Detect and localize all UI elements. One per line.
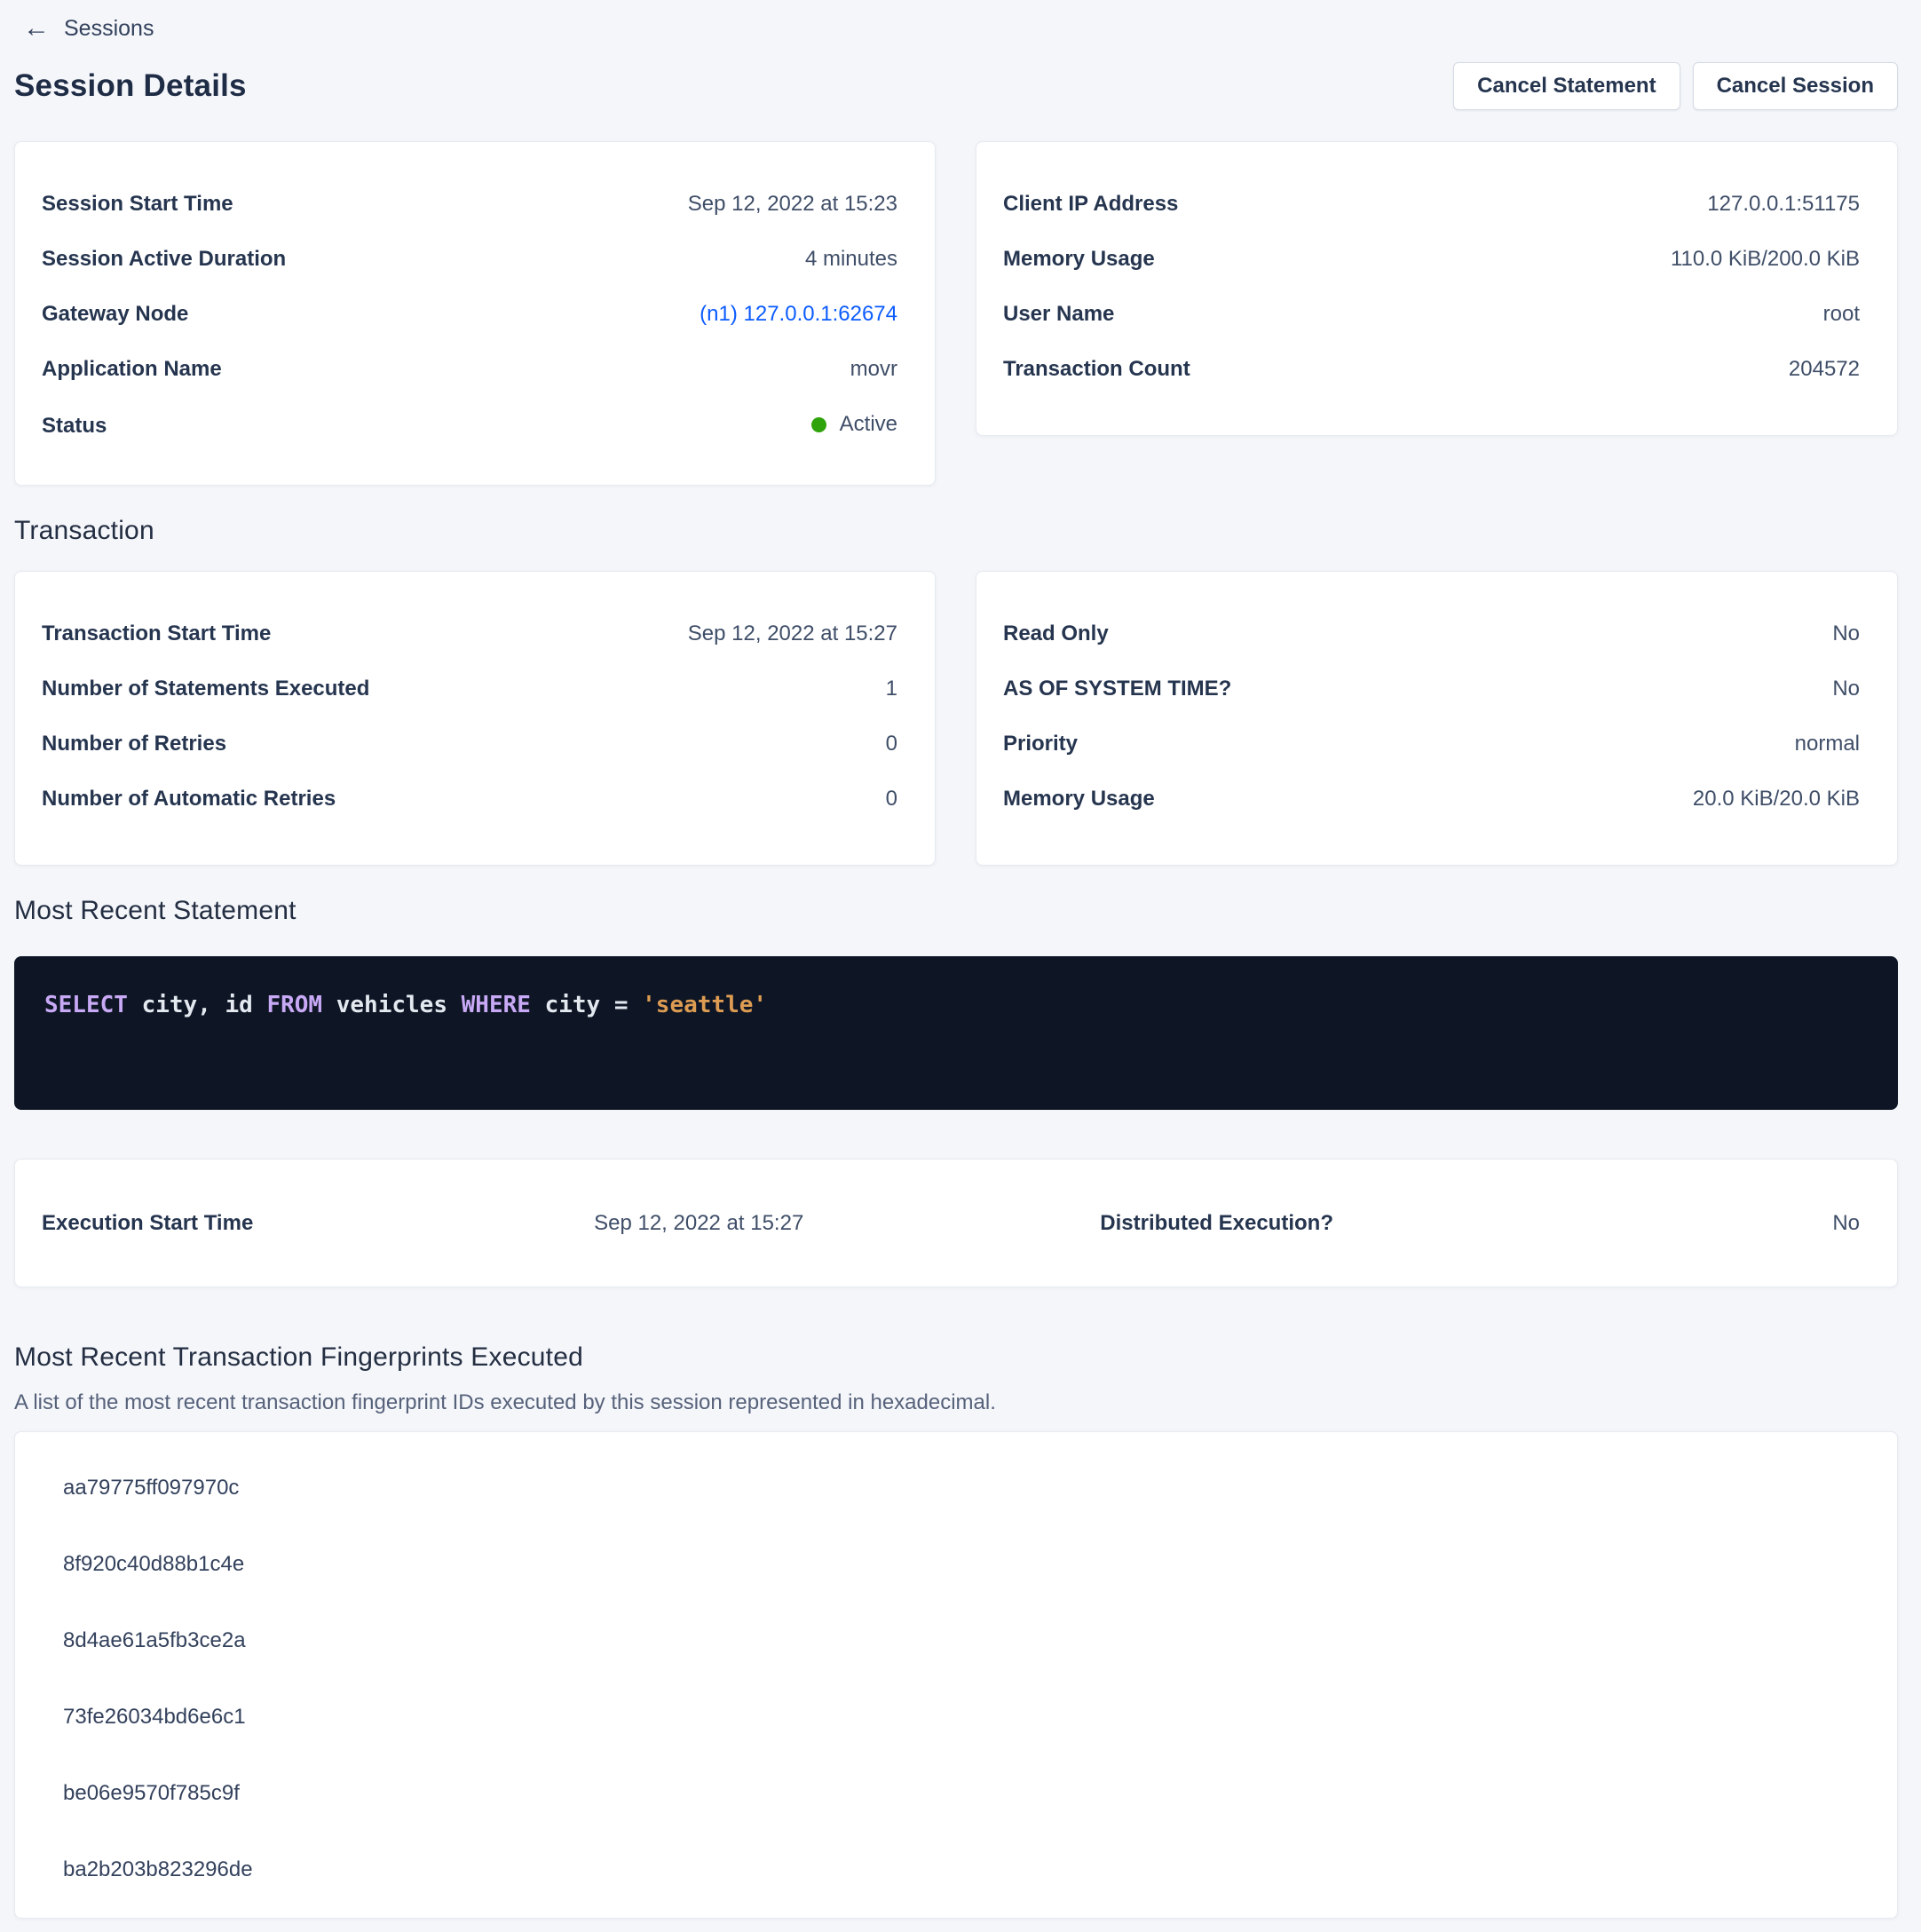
fingerprint-id: 8d4ae61a5fb3ce2a	[63, 1627, 1860, 1654]
status-value: Active	[840, 410, 897, 439]
kv-row-client-ip: Client IP Address 127.0.0.1:51175	[1003, 190, 1860, 218]
kv-row-application-name: Application Name movr	[42, 355, 897, 384]
kv-value: Sep 12, 2022 at 15:23	[688, 190, 897, 218]
kv-label: Transaction Start Time	[42, 620, 271, 648]
sql-string-literal: 'seattle'	[642, 992, 767, 1018]
kv-label: Number of Automatic Retries	[42, 785, 336, 813]
kv-label: Transaction Count	[1003, 355, 1190, 384]
kv-row-automatic-retries: Number of Automatic Retries 0	[42, 785, 897, 813]
kv-row-as-of-system-time: AS OF SYSTEM TIME? No	[1003, 675, 1860, 703]
kv-value: No	[1832, 620, 1860, 648]
kv-label: Number of Retries	[42, 730, 226, 758]
kv-value: 0	[886, 730, 897, 758]
fingerprint-id: be06e9570f785c9f	[63, 1780, 1860, 1807]
title-bar: Session Details Cancel Statement Cancel …	[14, 60, 1898, 112]
kv-label: AS OF SYSTEM TIME?	[1003, 675, 1231, 703]
sql-statement-box: SELECT city, id FROM vehicles WHERE city…	[14, 956, 1898, 1110]
status-active-dot-icon	[811, 417, 826, 432]
kv-value: 1	[886, 675, 897, 703]
status-badge: Active	[811, 410, 897, 439]
back-to-sessions-link[interactable]: ← Sessions	[14, 9, 1898, 48]
fingerprints-section-heading: Most Recent Transaction Fingerprints Exe…	[14, 1342, 1898, 1373]
page-title: Session Details	[14, 68, 247, 104]
kv-value: movr	[850, 355, 897, 384]
kv-value: 0	[886, 785, 897, 813]
kv-value: Sep 12, 2022 at 15:27	[688, 620, 897, 648]
kv-value: 110.0 KiB/200.0 KiB	[1671, 245, 1860, 273]
distributed-execution-value: No	[1333, 1211, 1860, 1236]
kv-label: Status	[42, 412, 107, 440]
statement-section-heading: Most Recent Statement	[14, 896, 1898, 926]
kv-row-gateway-node: Gateway Node (n1) 127.0.0.1:62674	[42, 300, 897, 329]
kv-label: Session Active Duration	[42, 245, 286, 273]
kv-row-retries: Number of Retries 0	[42, 730, 897, 758]
kv-row-transaction-count: Transaction Count 204572	[1003, 355, 1860, 384]
execution-start-value: Sep 12, 2022 at 15:27	[253, 1211, 803, 1236]
kv-row-session-active-duration: Session Active Duration 4 minutes	[42, 245, 897, 273]
kv-label: Application Name	[42, 355, 222, 384]
kv-row-memory-usage: Memory Usage 110.0 KiB/200.0 KiB	[1003, 245, 1860, 273]
kv-value: 204572	[1789, 355, 1860, 384]
kv-label: Gateway Node	[42, 300, 188, 329]
kv-row-priority: Priority normal	[1003, 730, 1860, 758]
kv-value: 20.0 KiB/20.0 KiB	[1693, 785, 1860, 813]
fingerprint-id: aa79775ff097970c	[63, 1475, 1860, 1501]
kv-label: Client IP Address	[1003, 190, 1178, 218]
sql-condition: city =	[531, 992, 642, 1018]
distributed-execution-label: Distributed Execution?	[1100, 1211, 1333, 1236]
fingerprint-id: ba2b203b823296de	[63, 1857, 1860, 1883]
back-link-label: Sessions	[64, 16, 154, 42]
fingerprint-id: 73fe26034bd6e6c1	[63, 1704, 1860, 1730]
sql-columns: city, id	[128, 992, 267, 1018]
sql-keyword: SELECT	[44, 992, 128, 1018]
session-details-page: ← Sessions Session Details Cancel Statem…	[0, 0, 1921, 1932]
kv-value: normal	[1795, 730, 1860, 758]
session-cards-row: Session Start Time Sep 12, 2022 at 15:23…	[14, 141, 1898, 486]
transaction-settings-card: Read Only No AS OF SYSTEM TIME? No Prior…	[976, 571, 1898, 866]
header-actions: Cancel Statement Cancel Session	[1453, 62, 1898, 110]
fingerprints-card: aa79775ff097970c 8f920c40d88b1c4e 8d4ae6…	[14, 1431, 1898, 1919]
client-info-card: Client IP Address 127.0.0.1:51175 Memory…	[976, 141, 1898, 436]
kv-label: Session Start Time	[42, 190, 233, 218]
transaction-info-card: Transaction Start Time Sep 12, 2022 at 1…	[14, 571, 936, 866]
sql-table: vehicles	[322, 992, 462, 1018]
kv-row-txn-memory-usage: Memory Usage 20.0 KiB/20.0 KiB	[1003, 785, 1860, 813]
kv-row-session-start-time: Session Start Time Sep 12, 2022 at 15:23	[42, 190, 897, 218]
kv-row-user-name: User Name root	[1003, 300, 1860, 329]
kv-label: Read Only	[1003, 620, 1109, 648]
session-info-card: Session Start Time Sep 12, 2022 at 15:23…	[14, 141, 936, 486]
kv-label: Priority	[1003, 730, 1078, 758]
transaction-cards-row: Transaction Start Time Sep 12, 2022 at 1…	[14, 571, 1898, 866]
fingerprint-id: 8f920c40d88b1c4e	[63, 1551, 1860, 1578]
sql-keyword: FROM	[266, 992, 322, 1018]
fingerprints-description: A list of the most recent transaction fi…	[14, 1390, 1898, 1415]
kv-label: Memory Usage	[1003, 245, 1155, 273]
execution-card: Execution Start Time Sep 12, 2022 at 15:…	[14, 1159, 1898, 1287]
transaction-section-heading: Transaction	[14, 516, 1898, 546]
kv-value: No	[1832, 675, 1860, 703]
execution-start-label: Execution Start Time	[42, 1211, 253, 1236]
cancel-statement-button[interactable]: Cancel Statement	[1453, 62, 1680, 110]
kv-row-read-only: Read Only No	[1003, 620, 1860, 648]
gateway-node-link[interactable]: (n1) 127.0.0.1:62674	[700, 300, 897, 329]
kv-row-status: Status Active	[42, 410, 897, 440]
kv-label: Memory Usage	[1003, 785, 1155, 813]
back-arrow-icon: ←	[23, 15, 50, 42]
sql-keyword: WHERE	[462, 992, 531, 1018]
kv-row-statements-executed: Number of Statements Executed 1	[42, 675, 897, 703]
kv-value: 127.0.0.1:51175	[1707, 190, 1860, 218]
kv-label: Number of Statements Executed	[42, 675, 369, 703]
cancel-session-button[interactable]: Cancel Session	[1693, 62, 1898, 110]
kv-value: 4 minutes	[805, 245, 897, 273]
kv-label: User Name	[1003, 300, 1114, 329]
kv-row-transaction-start-time: Transaction Start Time Sep 12, 2022 at 1…	[42, 620, 897, 648]
kv-value: root	[1823, 300, 1860, 329]
